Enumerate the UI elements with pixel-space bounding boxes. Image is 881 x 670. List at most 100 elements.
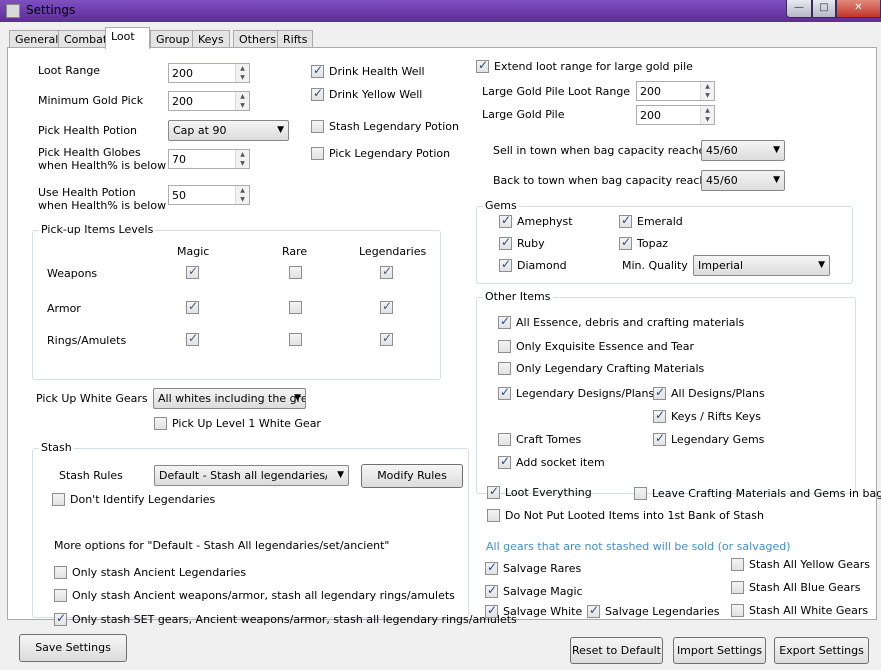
minimize-button[interactable]: — [786, 0, 812, 18]
use-health-potion-label: Use Health Potion [38, 186, 136, 199]
diamond-checkbox[interactable] [499, 257, 512, 272]
col-magic: Magic [177, 245, 210, 258]
level1-white-checkbox[interactable] [154, 417, 167, 430]
exquisite-checkbox[interactable] [498, 340, 511, 353]
amethyst-checkbox[interactable] [499, 213, 512, 228]
min-quality-select[interactable]: Imperial ▼ [693, 255, 830, 276]
emerald-checkbox[interactable] [619, 213, 632, 228]
only-legendary-crafting-checkbox[interactable] [498, 362, 511, 375]
rings-legendary-checkbox[interactable] [380, 331, 393, 346]
tab-rifts[interactable]: Rifts [277, 30, 314, 48]
spin-up-icon[interactable]: ▲ [701, 106, 714, 115]
salvage-white-checkbox[interactable] [485, 603, 498, 618]
keys-label: Keys / Rifts Keys [671, 410, 761, 423]
salvage-rares-checkbox[interactable] [485, 560, 498, 575]
stash-opt3-checkbox[interactable] [54, 611, 67, 626]
legendary-designs-checkbox[interactable] [498, 385, 511, 400]
tab-loot[interactable]: Loot [105, 27, 150, 49]
topaz-checkbox[interactable] [619, 235, 632, 250]
maximize-button[interactable]: □ [812, 0, 836, 18]
leave-crafting-checkbox[interactable] [634, 487, 647, 500]
spin-down-icon[interactable]: ▼ [236, 159, 249, 168]
tab-general[interactable]: General [9, 30, 65, 48]
salvage-magic-checkbox[interactable] [485, 583, 498, 598]
loot-everything-label: Loot Everything [505, 486, 592, 499]
other-items-group: Other Items All Essence, debris and craf… [476, 290, 856, 494]
min-gold-value: 200 [172, 95, 193, 108]
keys-checkbox[interactable] [653, 408, 666, 423]
sell-in-town-select[interactable]: 45/60 ▼ [701, 140, 785, 161]
weapons-magic-checkbox[interactable] [186, 264, 199, 279]
reset-default-button[interactable]: Reset to Default [570, 637, 663, 664]
socket-checkbox[interactable] [498, 454, 511, 469]
stash-white-checkbox[interactable] [731, 604, 744, 617]
essence-checkbox[interactable] [498, 314, 511, 329]
back-to-town-select[interactable]: 45/60 ▼ [701, 170, 785, 191]
chevron-down-icon: ▼ [337, 470, 344, 480]
pick-legendary-potion-label: Pick Legendary Potion [329, 147, 451, 160]
pickup-levels-title: Pick-up Items Levels [39, 223, 156, 236]
drink-yellow-well-checkbox[interactable] [311, 86, 324, 101]
diamond-label: Diamond [517, 259, 567, 272]
import-settings-button[interactable]: Import Settings [673, 637, 766, 664]
armor-rare-checkbox[interactable] [289, 301, 302, 314]
white-gears-value: All whites including the grey [158, 392, 306, 405]
ruby-checkbox[interactable] [499, 235, 512, 250]
stash-opt2-checkbox[interactable] [54, 589, 67, 602]
spin-down-icon[interactable]: ▼ [236, 101, 249, 110]
use-health-potion-input[interactable]: 50 ▲ ▼ [168, 185, 250, 205]
close-button[interactable]: ✕ [836, 0, 881, 18]
pick-health-potion-select[interactable]: Cap at 90 ▼ [168, 120, 289, 141]
drink-health-well-checkbox[interactable] [311, 63, 324, 78]
spin-down-icon[interactable]: ▼ [236, 73, 249, 82]
stash-opt1-checkbox[interactable] [54, 566, 67, 579]
tab-group[interactable]: Group [150, 30, 196, 48]
stash-legendary-potion-label: Stash Legendary Potion [329, 120, 459, 133]
craft-tomes-checkbox[interactable] [498, 433, 511, 446]
spin-up-icon[interactable]: ▲ [236, 186, 249, 195]
weapons-rare-checkbox[interactable] [289, 266, 302, 279]
salvage-legendaries-checkbox[interactable] [587, 603, 600, 618]
stash-white-label: Stash All White Gears [749, 604, 869, 617]
stash-group: Stash Stash Rules Default - Stash all le… [32, 441, 517, 626]
modify-rules-button[interactable]: Modify Rules [361, 464, 463, 488]
loot-range-value: 200 [172, 67, 193, 80]
dont-identify-checkbox[interactable] [52, 493, 65, 506]
spin-up-icon[interactable]: ▲ [236, 150, 249, 159]
loot-everything-checkbox[interactable] [487, 484, 500, 499]
salvage-legendaries-label: Salvage Legendaries [605, 605, 720, 618]
white-gears-select[interactable]: All whites including the grey ▼ [153, 388, 306, 409]
spin-down-icon[interactable]: ▼ [701, 91, 714, 100]
chevron-down-icon: ▼ [818, 260, 825, 270]
spin-up-icon[interactable]: ▲ [701, 82, 714, 91]
tab-keys[interactable]: Keys [192, 30, 230, 48]
do-not-put-checkbox[interactable] [487, 509, 500, 522]
stash-blue-checkbox[interactable] [731, 581, 744, 594]
save-settings-button[interactable]: Save Settings [19, 634, 127, 662]
large-gold-range-input[interactable]: 200 ▲ ▼ [636, 81, 715, 101]
sell-in-town-value: 45/60 [706, 144, 738, 157]
large-gold-pile-input[interactable]: 200 ▲ ▼ [636, 105, 715, 125]
stash-yellow-checkbox[interactable] [731, 558, 744, 571]
pick-health-globes-input[interactable]: 70 ▲ ▼ [168, 149, 250, 169]
spin-up-icon[interactable]: ▲ [236, 64, 249, 73]
loot-range-input[interactable]: 200 ▲ ▼ [168, 63, 250, 83]
rings-magic-checkbox[interactable] [186, 331, 199, 346]
export-settings-button[interactable]: Export Settings [774, 637, 869, 664]
armor-magic-checkbox[interactable] [186, 299, 199, 314]
all-designs-checkbox[interactable] [653, 385, 666, 400]
armor-legendary-checkbox[interactable] [380, 299, 393, 314]
extend-loot-checkbox[interactable] [476, 58, 489, 73]
min-gold-input[interactable]: 200 ▲ ▼ [168, 91, 250, 111]
spin-up-icon[interactable]: ▲ [236, 92, 249, 101]
gems-group: Gems Amephyst Emerald Ruby Topaz Diamond… [476, 199, 853, 284]
rings-rare-checkbox[interactable] [289, 333, 302, 346]
pick-legendary-potion-checkbox[interactable] [311, 147, 324, 160]
tab-others[interactable]: Others [233, 30, 282, 48]
spin-down-icon[interactable]: ▼ [701, 115, 714, 124]
spin-down-icon[interactable]: ▼ [236, 195, 249, 204]
legendary-gems-checkbox[interactable] [653, 431, 666, 446]
stash-rules-select[interactable]: Default - Stash all legendaries/set/anci… [154, 465, 349, 486]
weapons-legendary-checkbox[interactable] [380, 264, 393, 279]
stash-legendary-potion-checkbox[interactable] [311, 120, 324, 133]
